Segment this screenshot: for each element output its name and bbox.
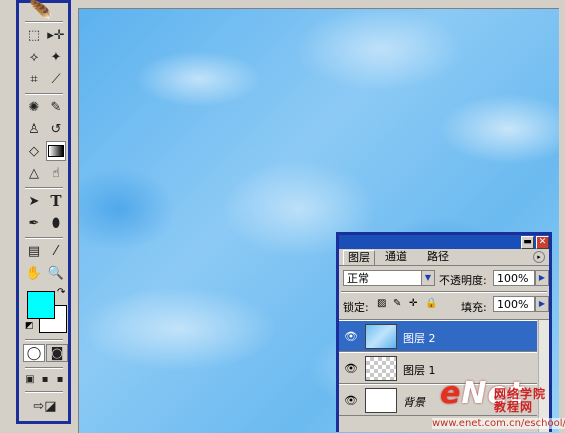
blend-row: 正常 ▼ 不透明度: 100% ▶ [339, 269, 549, 289]
brush-icon[interactable]: ✎ [46, 97, 66, 117]
close-icon[interactable]: ✕ [536, 236, 549, 249]
gradient-icon[interactable] [46, 141, 66, 161]
opacity-field[interactable]: 100% [493, 270, 535, 286]
minimize-icon[interactable]: ▬ [521, 236, 534, 249]
lock-all-icon[interactable]: 🔒 [425, 298, 437, 309]
watermark-chinese: 网络学院 教程网 [494, 388, 546, 414]
watermark-logo-prefix: e [440, 376, 462, 411]
blend-mode-value: 正常 [347, 272, 369, 285]
panel-tabs: 图层 通道 路径 ▸ [339, 249, 549, 266]
panel-title-bar[interactable]: ▬ ✕ [339, 235, 549, 249]
clone-stamp-icon[interactable]: ♙ [24, 119, 44, 139]
watermark-url: www.enet.com.cn/eschool/ [432, 418, 565, 429]
lock-transparency-icon[interactable]: ▨ [377, 298, 386, 309]
layer-thumbnail [365, 356, 397, 381]
opacity-value: 100% [497, 272, 529, 285]
lock-image-icon[interactable]: ✎ [393, 298, 401, 309]
visibility-eye-icon[interactable]: 👁 [343, 362, 359, 376]
tab-layers[interactable]: 图层 [343, 250, 375, 265]
pen-icon[interactable]: ✒ [24, 213, 44, 233]
default-colors-icon[interactable]: ◩ [25, 321, 34, 331]
toolbox-divider [25, 237, 63, 239]
rect-marquee-icon[interactable]: ⬚ [24, 25, 44, 45]
lock-label: 锁定: [343, 301, 369, 314]
opacity-label: 不透明度: [439, 274, 487, 287]
lock-row: 锁定: ▨ ✎ ✛ 🔒 填充: 100% ▶ [339, 295, 549, 315]
chevron-down-icon[interactable]: ▼ [421, 270, 435, 286]
crop-icon[interactable]: ⌗ [24, 69, 44, 89]
notes-icon[interactable]: ▤ [24, 241, 44, 261]
dodge-icon[interactable]: ☝ [46, 163, 66, 183]
full-screen-menu-icon[interactable]: ▪ [38, 371, 52, 387]
magic-wand-icon[interactable]: ✦ [46, 47, 66, 67]
fill-slider-arrow-icon[interactable]: ▶ [535, 296, 549, 312]
zoom-icon[interactable]: 🔍 [46, 263, 66, 283]
panel-menu-icon[interactable]: ▸ [533, 251, 545, 263]
watermark-chinese-line2: 教程网 [494, 400, 534, 414]
toolbox: 🪶 ⬚ ▸✛ ⟡ ✦ ⌗ ⟋ ✺ ✎ ♙ ↺ ◇ △ ☝ ➤ T ✒ ⬮ ▤ ⁄… [16, 0, 71, 424]
layer-thumbnail [365, 388, 397, 413]
swap-colors-icon[interactable]: ↷ [57, 287, 65, 298]
fill-value: 100% [497, 298, 529, 311]
layer-row[interactable]: 👁 图层 2 [339, 320, 537, 352]
toolbox-divider [25, 339, 63, 341]
ellipse-shape-icon[interactable]: ⬮ [46, 213, 66, 233]
slice-icon[interactable]: ⟋ [46, 69, 66, 89]
layer-name: 背景 [403, 396, 425, 409]
opacity-slider-arrow-icon[interactable]: ▶ [535, 270, 549, 286]
toolbox-divider [25, 367, 63, 369]
tab-paths[interactable]: 路径 [423, 250, 453, 264]
layer-name: 图层 2 [403, 332, 436, 345]
standard-screen-icon[interactable]: ▣ [23, 371, 37, 387]
panel-divider [341, 291, 547, 293]
path-select-icon[interactable]: ➤ [24, 191, 44, 211]
standard-mode-icon[interactable]: ◯ [23, 344, 45, 362]
foreground-color-swatch[interactable] [27, 291, 55, 319]
layers-scrollbar[interactable] [538, 320, 549, 432]
gradient-swatch-icon [48, 145, 64, 157]
type-icon[interactable]: T [46, 191, 66, 211]
fill-label: 填充: [461, 301, 487, 314]
eraser-icon[interactable]: ◇ [24, 141, 44, 161]
lock-position-icon[interactable]: ✛ [409, 298, 417, 309]
toolbox-divider [25, 391, 63, 393]
fill-field[interactable]: 100% [493, 296, 535, 312]
quick-mask-mode-icon[interactable]: ◙ [46, 344, 68, 362]
jump-to-imageready-icon[interactable]: ⇨◪ [27, 396, 63, 416]
layer-name: 图层 1 [403, 364, 436, 377]
polygon-lasso-icon[interactable]: ⟡ [24, 47, 44, 67]
toolbox-divider [25, 93, 63, 95]
toolbox-divider [25, 187, 63, 189]
eyedropper-icon[interactable]: ⁄ [46, 241, 66, 261]
visibility-eye-icon[interactable]: 👁 [343, 394, 359, 408]
hand-icon[interactable]: ✋ [24, 263, 44, 283]
blur-icon[interactable]: △ [24, 163, 44, 183]
history-brush-icon[interactable]: ↺ [46, 119, 66, 139]
tab-channels[interactable]: 通道 [381, 250, 411, 264]
layer-thumbnail [365, 324, 397, 349]
feather-logo-icon[interactable]: 🪶 [29, 0, 54, 23]
move-icon[interactable]: ▸✛ [46, 25, 66, 45]
full-screen-icon[interactable]: ▪ [53, 371, 67, 387]
visibility-eye-icon[interactable]: 👁 [343, 330, 359, 344]
healing-brush-icon[interactable]: ✺ [24, 97, 44, 117]
toolbox-divider [25, 21, 63, 23]
